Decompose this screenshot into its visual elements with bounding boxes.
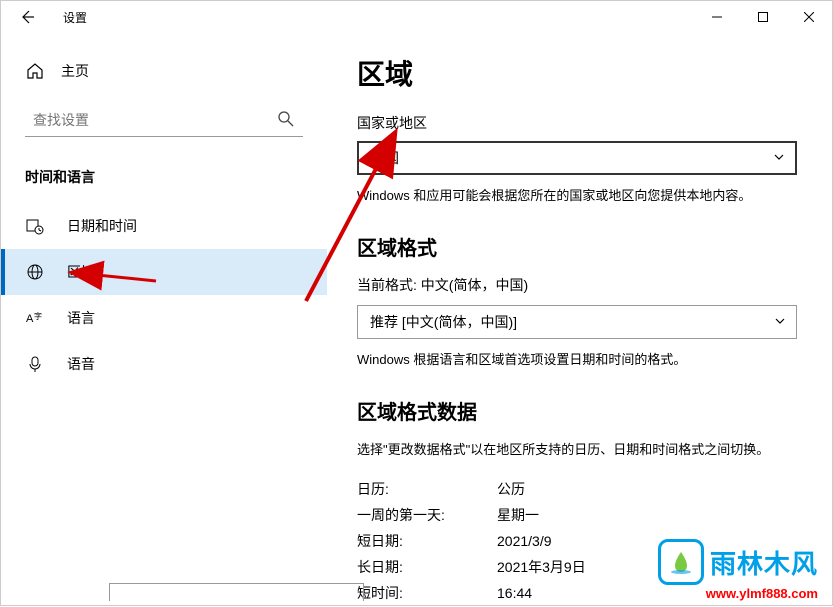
data-hint: 选择"更改数据格式"以在地区所支持的日历、日期和时间格式之间切换。 [357,439,802,458]
watermark-url: www.ylmf888.com [706,586,818,601]
sidebar-item-label: 日期和时间 [67,216,137,236]
sidebar-item-label: 区域 [67,262,95,282]
svg-text:A: A [26,313,34,325]
country-label: 国家或地区 [357,113,802,133]
globe-icon [25,263,45,281]
format-value: 推荐 [中文(简体，中国)] [370,312,517,332]
watermark-brand: 雨林木风 [710,544,818,581]
current-format: 当前格式: 中文(简体，中国) [357,275,802,295]
home-label: 主页 [61,61,89,81]
sidebar-item-datetime[interactable]: 日期和时间 [1,203,327,249]
country-hint: Windows 和应用可能会根据您所在的国家或地区向您提供本地内容。 [357,185,802,204]
close-button[interactable] [786,1,832,33]
watermark: 雨林木风 [658,539,818,585]
sidebar: 主页 时间和语言 日期和时间 区域 A字 [1,33,327,605]
calendar-clock-icon [25,217,45,235]
watermark-logo-icon [658,539,704,585]
maximize-button[interactable] [740,1,786,33]
home-nav[interactable]: 主页 [1,53,327,89]
home-icon [25,62,45,80]
window-title: 设置 [63,9,87,26]
sidebar-item-language[interactable]: A字 语言 [1,295,327,341]
search-icon [277,110,295,133]
table-row: 日历: 公历 [357,476,802,502]
sidebar-item-label: 语音 [67,354,95,374]
main-content: 区域 国家或地区 中国 Windows 和应用可能会根据您所在的国家或地区向您提… [327,33,832,605]
back-button[interactable] [15,5,39,29]
microphone-icon [25,355,45,373]
search-input[interactable] [25,103,303,137]
format-title: 区域格式 [357,232,802,261]
sidebar-item-region[interactable]: 区域 [1,249,327,295]
country-value: 中国 [371,148,399,168]
sidebar-item-speech[interactable]: 语音 [1,341,327,387]
sidebar-section-title: 时间和语言 [1,157,327,203]
country-dropdown[interactable]: 中国 [357,141,797,175]
svg-text:字: 字 [34,311,42,321]
language-icon: A字 [25,309,45,327]
sidebar-item-label: 语言 [67,308,95,328]
chevron-down-icon [773,150,785,166]
data-title: 区域格式数据 [357,396,802,425]
chevron-down-icon [774,314,786,330]
minimize-button[interactable] [694,1,740,33]
format-dropdown[interactable]: 推荐 [中文(简体，中国)] [357,305,797,339]
table-row: 一周的第一天: 星期一 [357,502,802,528]
page-title: 区域 [357,53,802,93]
format-hint: Windows 根据语言和区域首选项设置日期和时间的格式。 [357,349,802,368]
